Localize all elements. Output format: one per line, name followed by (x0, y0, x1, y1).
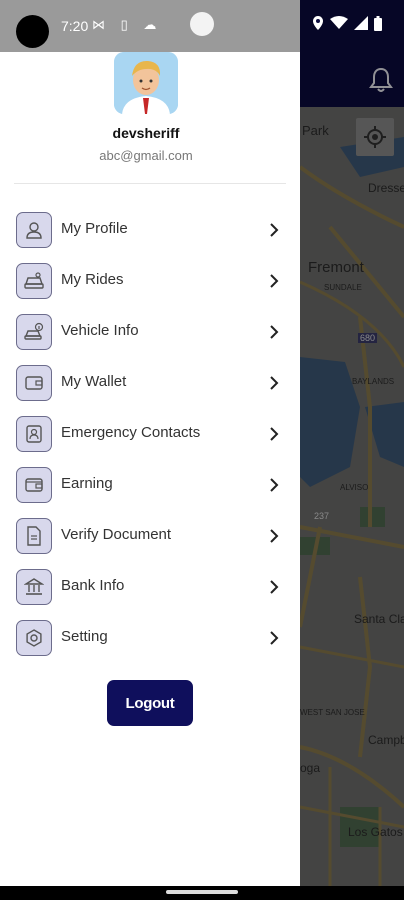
chevron-right-icon (270, 529, 279, 543)
gear-icon (16, 620, 52, 656)
menu-item-my-rides[interactable]: My Rides (0, 261, 300, 301)
menu-item-my-profile[interactable]: My Profile (0, 210, 300, 250)
chevron-right-icon (270, 325, 279, 339)
menu-item-label: My Profile (61, 220, 128, 237)
menu-item-vehicle-info[interactable]: Vehicle Info (0, 312, 300, 352)
chevron-right-icon (270, 427, 279, 441)
logout-button[interactable]: Logout (107, 680, 193, 726)
menu-item-setting[interactable]: Setting (0, 618, 300, 658)
menu-item-verify-document[interactable]: Verify Document (0, 516, 300, 556)
wifi-icon (330, 16, 348, 29)
notification-icons: ⋈ ▯ ☁ (92, 17, 163, 32)
menu-item-label: Emergency Contacts (61, 424, 201, 441)
vehicle-info-icon (16, 314, 52, 350)
menu-item-label: Verify Document (61, 526, 172, 543)
avatar[interactable] (114, 52, 178, 114)
avatar-image (114, 52, 178, 114)
status-bar: 7:20 ⋈ ▯ ☁ (0, 0, 404, 52)
person-icon (16, 212, 52, 248)
home-gesture-handle[interactable] (166, 890, 238, 894)
earning-wallet-icon (16, 467, 52, 503)
menu-item-label: Bank Info (61, 577, 125, 594)
battery-icon (374, 15, 382, 31)
menu-item-label: My Rides (61, 271, 124, 288)
menu-item-bank-info[interactable]: Bank Info (0, 567, 300, 607)
chevron-right-icon (270, 580, 279, 594)
chevron-right-icon (270, 631, 279, 645)
user-name: devsheriff (112, 125, 180, 141)
divider (14, 183, 286, 184)
document-icon (16, 518, 52, 554)
menu-item-label: My Wallet (61, 373, 127, 390)
system-status-icons (312, 15, 382, 31)
bank-icon (16, 569, 52, 605)
wallet-icon (16, 365, 52, 401)
chevron-right-icon (270, 274, 279, 288)
camera-cutout (16, 15, 49, 48)
menu-item-my-wallet[interactable]: My Wallet (0, 363, 300, 403)
car-icon (16, 263, 52, 299)
contact-card-icon (16, 416, 52, 452)
chevron-right-icon (270, 376, 279, 390)
system-nav-bar (0, 886, 404, 900)
user-email: abc@gmail.com (99, 148, 193, 163)
status-time: 7:20 (61, 18, 89, 34)
signal-icon (354, 16, 368, 30)
location-icon (313, 16, 323, 30)
chevron-right-icon (270, 223, 279, 237)
menu-item-emergency-contacts[interactable]: Emergency Contacts (0, 414, 300, 454)
menu-item-label: Setting (61, 628, 108, 645)
menu-item-label: Vehicle Info (61, 322, 139, 339)
navigation-drawer: devsheriff abc@gmail.com My Profile My R… (0, 52, 300, 886)
menu-item-earning[interactable]: Earning (0, 465, 300, 505)
touch-indicator (190, 12, 214, 36)
chevron-right-icon (270, 478, 279, 492)
menu-item-label: Earning (61, 475, 113, 492)
